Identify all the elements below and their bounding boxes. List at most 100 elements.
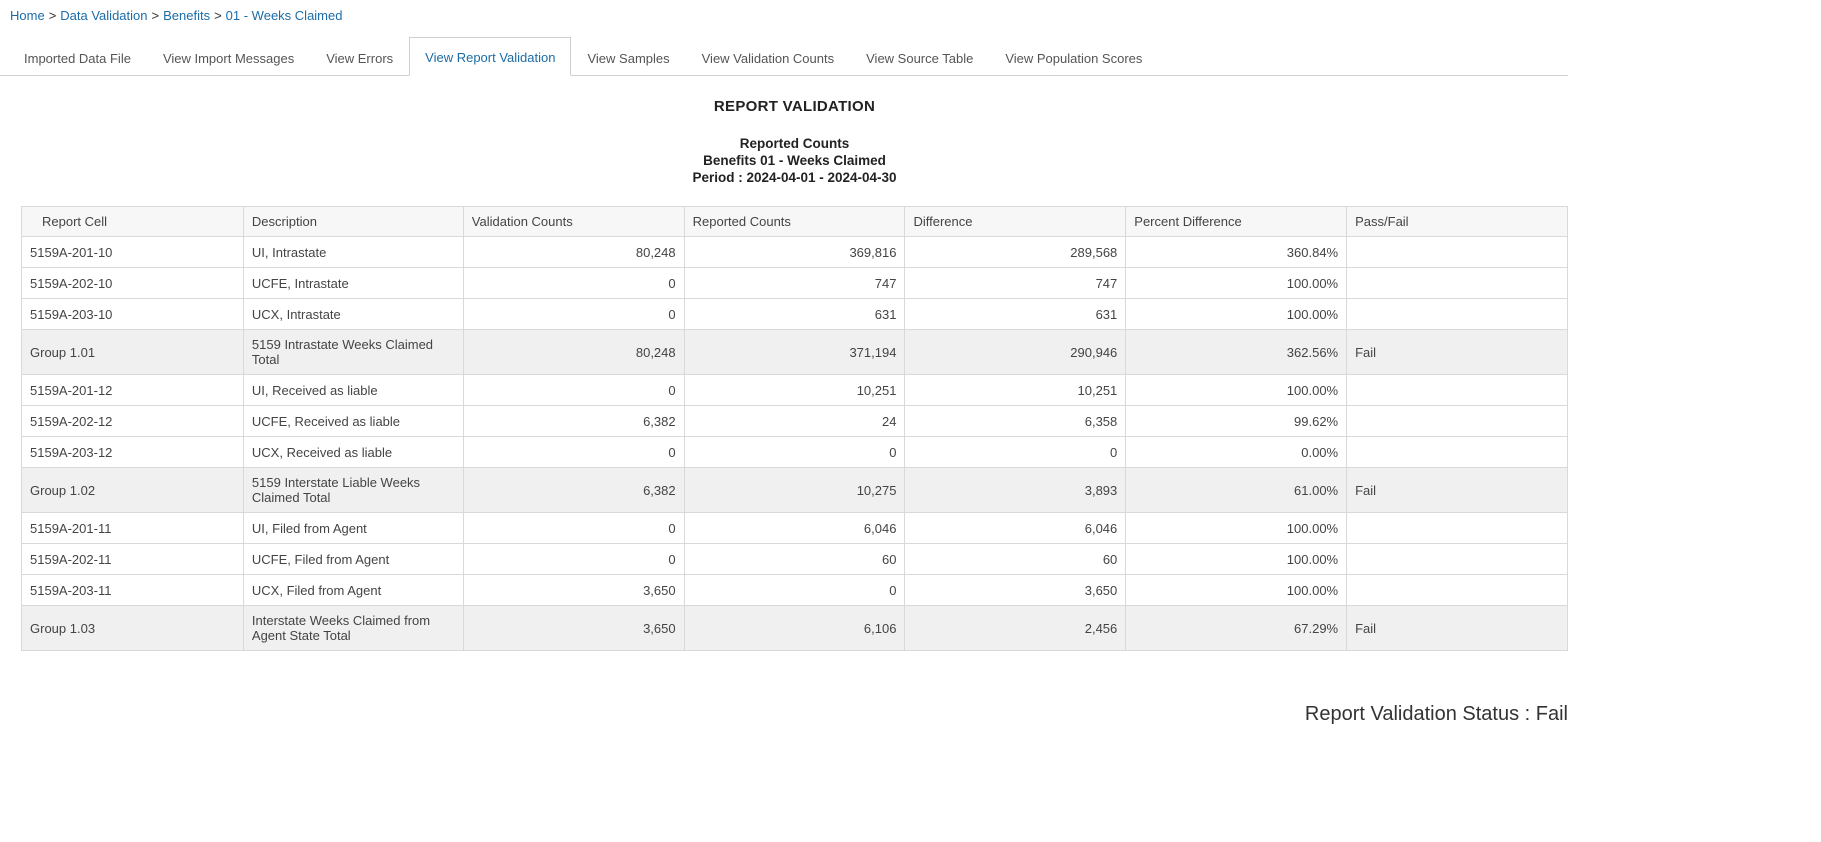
cell-description: UI, Received as liable [243,375,463,406]
cell-difference: 0 [905,437,1126,468]
cell-report-cell: Group 1.03 [22,606,244,651]
cell-reported-counts: 631 [684,299,905,330]
cell-pass-fail [1347,375,1568,406]
cell-percent-difference: 99.62% [1126,406,1347,437]
cell-pass-fail [1347,575,1568,606]
cell-difference: 631 [905,299,1126,330]
cell-validation-counts: 80,248 [463,330,684,375]
cell-description: UI, Intrastate [243,237,463,268]
breadcrumb-link-benefits[interactable]: Benefits [163,8,210,23]
cell-validation-counts: 0 [463,437,684,468]
group-row: Group 1.025159 Interstate Liable Weeks C… [22,468,1568,513]
breadcrumb-separator: > [210,8,226,23]
main-content: REPORT VALIDATION Reported Counts Benefi… [21,98,1568,726]
cell-difference: 290,946 [905,330,1126,375]
cell-description: UI, Filed from Agent [243,513,463,544]
cell-pass-fail: Fail [1347,468,1568,513]
cell-description: 5159 Intrastate Weeks Claimed Total [243,330,463,375]
cell-percent-difference: 100.00% [1126,513,1347,544]
cell-validation-counts: 6,382 [463,406,684,437]
cell-difference: 3,650 [905,575,1126,606]
cell-report-cell: 5159A-201-11 [22,513,244,544]
table-row: 5159A-202-10UCFE, Intrastate0747747100.0… [22,268,1568,299]
breadcrumb-link-home[interactable]: Home [10,8,45,23]
tab-view-report-validation[interactable]: View Report Validation [409,37,571,76]
breadcrumb-separator: > [45,8,61,23]
cell-pass-fail [1347,299,1568,330]
tab-view-validation-counts[interactable]: View Validation Counts [686,40,851,76]
cell-reported-counts: 747 [684,268,905,299]
cell-difference: 747 [905,268,1126,299]
table-row: 5159A-201-12UI, Received as liable010,25… [22,375,1568,406]
cell-percent-difference: 100.00% [1126,299,1347,330]
page-title: REPORT VALIDATION [21,98,1568,115]
cell-pass-fail: Fail [1347,606,1568,651]
cell-reported-counts: 10,251 [684,375,905,406]
tab-bar: Imported Data FileView Import MessagesVi… [0,37,1568,76]
breadcrumb-link-data-validation[interactable]: Data Validation [60,8,147,23]
cell-description: UCX, Intrastate [243,299,463,330]
tab-view-population-scores[interactable]: View Population Scores [989,40,1158,76]
cell-difference: 60 [905,544,1126,575]
tab-view-samples[interactable]: View Samples [571,40,685,76]
breadcrumb: Home>Data Validation>Benefits>01 - Weeks… [0,0,1821,27]
cell-report-cell: 5159A-202-10 [22,268,244,299]
cell-percent-difference: 67.29% [1126,606,1347,651]
cell-pass-fail [1347,437,1568,468]
cell-reported-counts: 10,275 [684,468,905,513]
column-header-difference: Difference [905,207,1126,237]
subtitle-line-report: Benefits 01 - Weeks Claimed [21,152,1568,169]
cell-description: UCX, Received as liable [243,437,463,468]
cell-validation-counts: 3,650 [463,606,684,651]
cell-pass-fail [1347,237,1568,268]
column-header-percent-difference: Percent Difference [1126,207,1347,237]
cell-report-cell: 5159A-203-11 [22,575,244,606]
report-subtitle: Reported Counts Benefits 01 - Weeks Clai… [21,135,1568,186]
table-body: 5159A-201-10UI, Intrastate80,248369,8162… [22,237,1568,651]
cell-reported-counts: 0 [684,575,905,606]
table-row: 5159A-202-11UCFE, Filed from Agent060601… [22,544,1568,575]
tab-view-errors[interactable]: View Errors [310,40,409,76]
column-header-report-cell: Report Cell [22,207,244,237]
table-row: 5159A-203-10UCX, Intrastate0631631100.00… [22,299,1568,330]
cell-pass-fail [1347,268,1568,299]
tab-imported-data-file[interactable]: Imported Data File [8,40,147,76]
cell-difference: 6,046 [905,513,1126,544]
cell-reported-counts: 369,816 [684,237,905,268]
column-header-description: Description [243,207,463,237]
cell-validation-counts: 3,650 [463,575,684,606]
cell-report-cell: 5159A-201-10 [22,237,244,268]
cell-description: UCX, Filed from Agent [243,575,463,606]
cell-description: Interstate Weeks Claimed from Agent Stat… [243,606,463,651]
cell-percent-difference: 100.00% [1126,544,1347,575]
cell-difference: 2,456 [905,606,1126,651]
cell-difference: 10,251 [905,375,1126,406]
tab-view-import-messages[interactable]: View Import Messages [147,40,310,76]
cell-percent-difference: 100.00% [1126,375,1347,406]
validation-table: Report CellDescriptionValidation CountsR… [21,206,1568,651]
cell-percent-difference: 0.00% [1126,437,1347,468]
cell-pass-fail: Fail [1347,330,1568,375]
cell-validation-counts: 0 [463,375,684,406]
cell-report-cell: Group 1.01 [22,330,244,375]
column-header-pass-fail: Pass/Fail [1347,207,1568,237]
cell-description: 5159 Interstate Liable Weeks Claimed Tot… [243,468,463,513]
cell-pass-fail [1347,513,1568,544]
tab-view-source-table[interactable]: View Source Table [850,40,989,76]
table-row: 5159A-203-12UCX, Received as liable0000.… [22,437,1568,468]
subtitle-line-counts: Reported Counts [21,135,1568,152]
breadcrumb-separator: > [148,8,164,23]
cell-percent-difference: 61.00% [1126,468,1347,513]
cell-reported-counts: 24 [684,406,905,437]
subtitle-line-period: Period : 2024-04-01 - 2024-04-30 [21,169,1568,186]
cell-report-cell: 5159A-203-12 [22,437,244,468]
table-row: 5159A-203-11UCX, Filed from Agent3,65003… [22,575,1568,606]
cell-report-cell: 5159A-203-10 [22,299,244,330]
cell-validation-counts: 80,248 [463,237,684,268]
cell-validation-counts: 6,382 [463,468,684,513]
cell-percent-difference: 100.00% [1126,575,1347,606]
table-row: 5159A-201-10UI, Intrastate80,248369,8162… [22,237,1568,268]
cell-description: UCFE, Received as liable [243,406,463,437]
breadcrumb-link-01-weeks-claimed[interactable]: 01 - Weeks Claimed [226,8,343,23]
cell-percent-difference: 360.84% [1126,237,1347,268]
